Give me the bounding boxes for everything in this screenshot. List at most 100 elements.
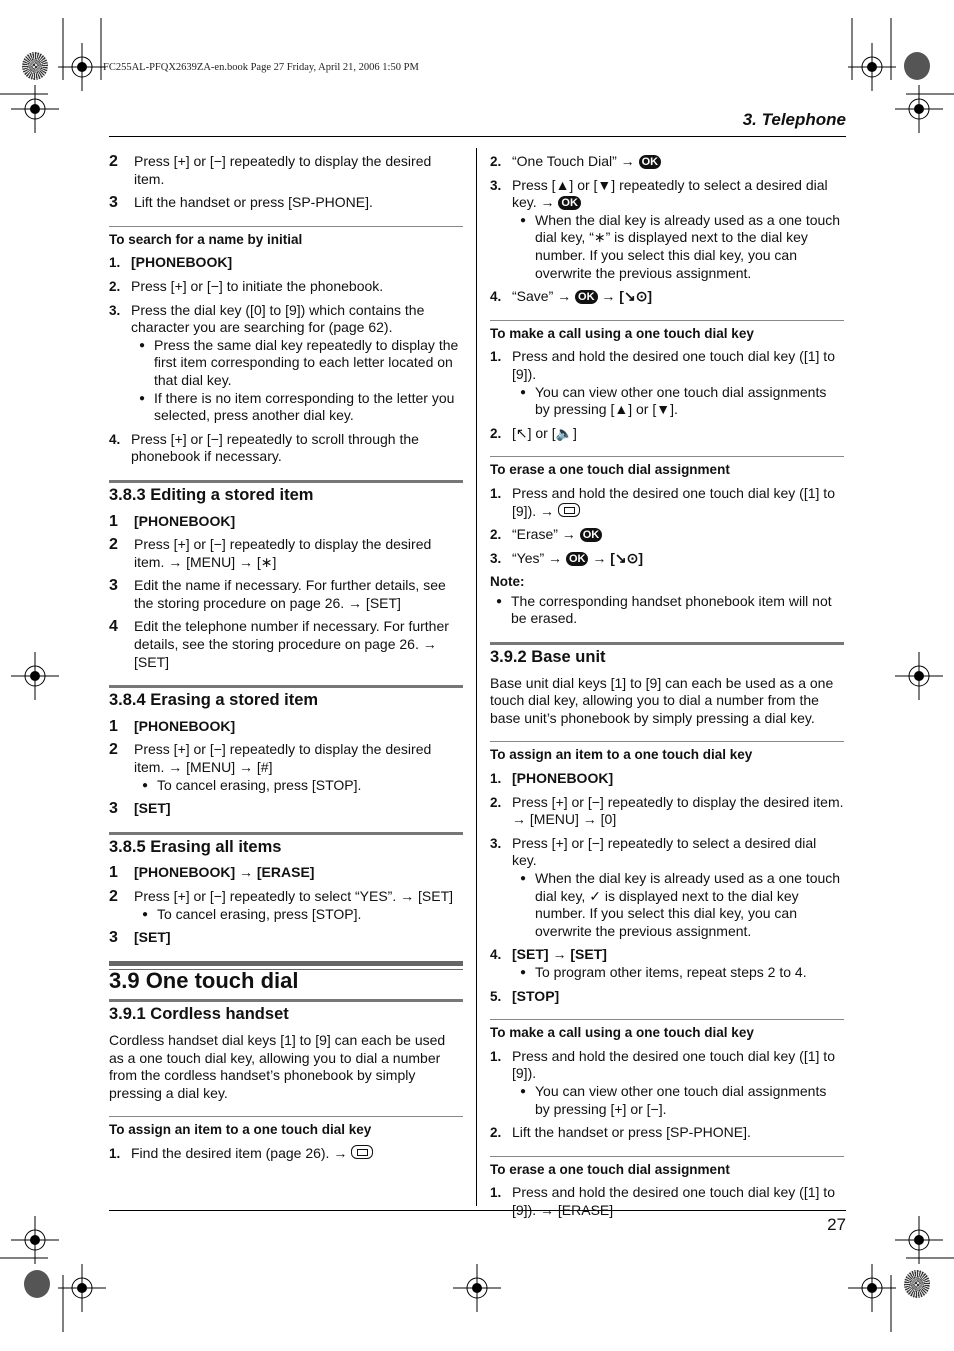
search-initial-heading: To search for a name by initial [109,225,463,249]
ok-key-icon: OK [565,551,589,566]
erasing-all-heading: 3.8.5 Erasing all items [109,831,463,857]
crosshair-mark [58,43,106,91]
step: 1 [PHONEBOOK] → [ERASE] [109,864,463,882]
step-number: 3 [109,929,118,947]
off-key-text: → [↘⊙] [592,549,644,566]
step-text: Press and hold the desired one touch dia… [512,1047,835,1082]
step-text: [PHONEBOOK] → [ERASE] [134,864,315,881]
step-text: Press [+] or [−] repeatedly to select “Y… [134,888,454,904]
step: 2 Press [+] or [−] repeatedly to display… [109,741,463,794]
erase-heading: To erase a one touch dial assignment [490,456,844,479]
step-text: Press the dial key ([0] to [9]) which co… [131,301,425,336]
step-number: 2. [490,154,502,169]
step-number: 1 [109,717,118,735]
step-number: 2 [109,888,118,905]
step: 3. “Yes” → OK → [↘⊙] [490,550,844,568]
crosshair-mark [453,1264,501,1312]
ok-key-icon: OK [638,155,662,169]
step: 4. [SET] → [SET] ● To program other items… [490,946,844,981]
cordless-paragraph: Cordless handset dial keys [1] to [9] ca… [109,1031,446,1101]
bullet-icon: ● [496,595,503,607]
step-text: Lift the handset or press [SP-PHONE]. [134,194,373,211]
crosshair-mark [11,85,59,133]
step-number: 1 [109,864,118,882]
bullet-icon: ● [520,214,527,226]
step-text: Edit the telephone number if necessary. … [134,618,449,670]
step-number: 2 [109,153,118,170]
erase-base-heading: To erase a one touch dial assignment [490,1155,844,1179]
step-number: 1. [490,771,502,787]
bullet-item: ● You can view other one touch dial assig… [520,384,844,419]
step: 3 [SET] [109,800,463,818]
step-text: “Save” → [512,288,572,305]
step: 2. [↖] or [🔈] [490,425,844,443]
step: 3. Press [+] or [−] repeatedly to select… [490,835,844,941]
step-number: 4. [490,947,502,963]
right-column: 2. “One Touch Dial” → OK 3. Press [▲] or … [490,153,844,1226]
step-number: 1. [109,1145,121,1161]
step: 2. Lift the handset or press [SP-PHONE]. [490,1124,844,1142]
step: 1. Press and hold the desired one touch … [490,1048,844,1118]
registration-disc-br [904,1270,930,1298]
step-text: [PHONEBOOK] [134,717,236,734]
step: 3 [SET] [109,929,463,947]
bullet-item: ● If there is no item corresponding to th… [139,390,463,425]
bullet-item: ● When the dial key is already used as a … [520,212,844,282]
bullet-icon: ● [520,966,527,978]
step-text: [STOP] [512,987,560,1004]
bullet-icon: ● [139,339,146,351]
note-text: The corresponding handset phonebook item… [511,592,832,627]
step-number: 2. [490,527,502,543]
step-text: “One Touch Dial” → [512,153,635,169]
step: 4. “Save” → OK → [↘⊙] [490,288,844,306]
bullet-icon: ● [142,908,149,920]
step-text: [↖] or [🔈] [512,424,577,441]
step: 1. [PHONEBOOK] [109,254,463,272]
editing-heading: 3.8.3 Editing a stored item [109,479,463,505]
step-number: 3 [109,577,118,595]
step: 3 Lift the handset or press [SP-PHONE]. [109,194,463,212]
crosshair-mark [895,85,943,133]
bullet-icon: ● [520,1085,527,1097]
bullet-text: Press the same dial key repeatedly to di… [154,336,459,388]
bullet-text: To program other items, repeat steps 2 t… [535,963,807,980]
bullet-text: When the dial key is already used as a o… [535,870,841,939]
one-touch-dial-heading: 3.9 One touch dial [109,960,463,991]
erasing-heading: 3.8.4 Erasing a stored item [109,685,463,710]
bullet-item: ● You can view other one touch dial assig… [520,1083,844,1118]
step-number: 1. [490,1185,502,1201]
crosshair-mark [11,1216,59,1264]
step-text: Press and hold the desired one touch dia… [512,348,835,382]
bullet-item: ● To cancel erasing, press [STOP]. [142,906,463,924]
bullet-item: ● When the dial key is already used as a … [520,870,844,940]
step: 2 Press [+] or [−] repeatedly to display … [109,536,463,571]
bullet-icon: ● [142,779,149,791]
step-text: [PHONEBOOK] [134,512,236,529]
step: 2. Press [+] or [−] to initiate the phone… [109,278,463,296]
bullet-text: When the dial key is already used as a o… [535,211,841,281]
bullet-icon: ● [520,873,527,884]
step-text: Find the desired item (page 26). → [131,1144,348,1161]
step: 2. “One Touch Dial” → OK [490,153,844,171]
base-unit-heading: 3.9.2 Base unit [490,642,844,667]
book-info: FC255AL-PFQX2639ZA-en.book Page 27 Frida… [103,62,419,73]
column-divider [476,148,477,1206]
step: 3 Edit the name if necessary. For further… [109,577,463,612]
step: 1. Press and hold the desired one touch d… [490,485,844,520]
bullet-text: To cancel erasing, press [STOP]. [157,776,362,793]
step: 1 [PHONEBOOK] [109,513,463,531]
bullet-item: ● To program other items, repeat steps 2 … [520,964,844,982]
step-text: [PHONEBOOK] [131,254,233,271]
step: 2. “Erase” → OK [490,526,844,544]
step-number: 3. [490,835,502,851]
step-number: 1. [490,485,502,501]
base-unit-paragraph: Base unit dial keys [1] to [9] can each … [490,674,834,726]
crosshair-mark [58,1264,106,1312]
step-number: 3 [109,800,118,818]
step-number: 2 [109,741,118,759]
step-number: 2. [490,794,502,810]
step-number: 2. [490,425,502,441]
crosshair-mark [11,652,59,700]
step-number: 1. [109,255,121,271]
bullet-text: You can view other one touch dial assign… [535,383,827,418]
